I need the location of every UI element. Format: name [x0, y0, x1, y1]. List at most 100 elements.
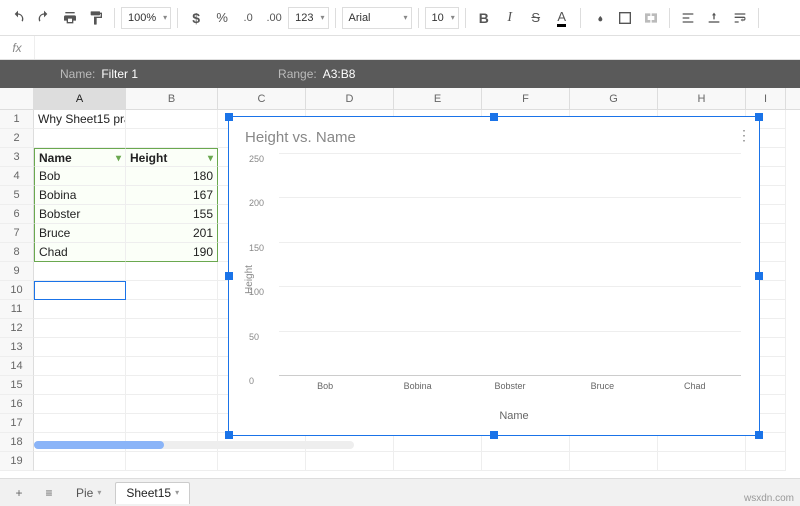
- horizontal-scrollbar[interactable]: [34, 441, 354, 449]
- cell-B15[interactable]: [126, 376, 218, 395]
- cell-B7[interactable]: 201: [126, 224, 218, 243]
- row-header-4[interactable]: 4: [0, 167, 34, 186]
- cell-A1[interactable]: Why Sheet15 pray?: [34, 110, 126, 129]
- cell-A2[interactable]: [34, 129, 126, 148]
- row-header-9[interactable]: 9: [0, 262, 34, 281]
- percent-button[interactable]: %: [210, 6, 234, 30]
- row-header-3[interactable]: 3: [0, 148, 34, 167]
- col-header-F[interactable]: F: [482, 88, 570, 109]
- currency-button[interactable]: $: [184, 6, 208, 30]
- cell-B3[interactable]: Height▾: [126, 148, 218, 167]
- sheet-tab-sheet15[interactable]: Sheet15 ▾: [115, 482, 190, 504]
- cell-A7[interactable]: Bruce: [34, 224, 126, 243]
- cell-C19[interactable]: [218, 452, 306, 471]
- filter-name-value[interactable]: Filter 1: [101, 67, 138, 81]
- redo-button[interactable]: [32, 6, 56, 30]
- select-all-corner[interactable]: [0, 88, 34, 109]
- text-wrap-button[interactable]: [728, 6, 752, 30]
- cell-A8[interactable]: Chad: [34, 243, 126, 262]
- fill-color-button[interactable]: [587, 6, 611, 30]
- all-sheets-button[interactable]: ≡: [36, 482, 62, 504]
- cell-G19[interactable]: [570, 452, 658, 471]
- cell-B8[interactable]: 190: [126, 243, 218, 262]
- cell-B1[interactable]: [126, 110, 218, 129]
- cell-A17[interactable]: [34, 414, 126, 433]
- cell-E19[interactable]: [394, 452, 482, 471]
- cell-A6[interactable]: Bobster: [34, 205, 126, 224]
- cell-A12[interactable]: [34, 319, 126, 338]
- cell-B4[interactable]: 180: [126, 167, 218, 186]
- col-header-B[interactable]: B: [126, 88, 218, 109]
- col-header-H[interactable]: H: [658, 88, 746, 109]
- row-header-11[interactable]: 11: [0, 300, 34, 319]
- cell-B13[interactable]: [126, 338, 218, 357]
- more-formats-select[interactable]: 123: [288, 7, 328, 29]
- paint-format-button[interactable]: [84, 6, 108, 30]
- italic-button[interactable]: I: [498, 6, 522, 30]
- row-header-18[interactable]: 18: [0, 433, 34, 452]
- cell-F19[interactable]: [482, 452, 570, 471]
- cell-B14[interactable]: [126, 357, 218, 376]
- row-header-8[interactable]: 8: [0, 243, 34, 262]
- cell-A13[interactable]: [34, 338, 126, 357]
- cell-A10[interactable]: [34, 281, 126, 300]
- text-color-button[interactable]: A: [550, 6, 574, 30]
- cell-B6[interactable]: 155: [126, 205, 218, 224]
- row-header-19[interactable]: 19: [0, 452, 34, 471]
- cell-A19[interactable]: [34, 452, 126, 471]
- bold-button[interactable]: B: [472, 6, 496, 30]
- cell-H19[interactable]: [658, 452, 746, 471]
- col-header-A[interactable]: A: [34, 88, 126, 109]
- formula-input[interactable]: [34, 36, 800, 59]
- row-header-12[interactable]: 12: [0, 319, 34, 338]
- vertical-align-button[interactable]: [702, 6, 726, 30]
- col-header-E[interactable]: E: [394, 88, 482, 109]
- cell-B16[interactable]: [126, 395, 218, 414]
- row-header-13[interactable]: 13: [0, 338, 34, 357]
- increase-decimal-button[interactable]: .00: [262, 6, 286, 30]
- col-header-G[interactable]: G: [570, 88, 658, 109]
- col-header-I[interactable]: I: [746, 88, 786, 109]
- cell-A3[interactable]: Name▾: [34, 148, 126, 167]
- cell-D19[interactable]: [306, 452, 394, 471]
- cell-A4[interactable]: Bob: [34, 167, 126, 186]
- undo-button[interactable]: [6, 6, 30, 30]
- cell-I19[interactable]: [746, 452, 786, 471]
- borders-button[interactable]: [613, 6, 637, 30]
- row-header-5[interactable]: 5: [0, 186, 34, 205]
- cell-B9[interactable]: [126, 262, 218, 281]
- row-header-17[interactable]: 17: [0, 414, 34, 433]
- filter-icon[interactable]: ▾: [208, 149, 213, 167]
- cell-A11[interactable]: [34, 300, 126, 319]
- merge-cells-button[interactable]: [639, 6, 663, 30]
- cell-A14[interactable]: [34, 357, 126, 376]
- row-header-16[interactable]: 16: [0, 395, 34, 414]
- cell-B11[interactable]: [126, 300, 218, 319]
- cell-B2[interactable]: [126, 129, 218, 148]
- sheet-tab-pie[interactable]: Pie ▾: [66, 482, 111, 504]
- cell-B10[interactable]: [126, 281, 218, 300]
- font-size-select[interactable]: 10: [425, 7, 459, 29]
- strikethrough-button[interactable]: S: [524, 6, 548, 30]
- cell-A9[interactable]: [34, 262, 126, 281]
- cell-A15[interactable]: [34, 376, 126, 395]
- cell-B17[interactable]: [126, 414, 218, 433]
- row-header-10[interactable]: 10: [0, 281, 34, 300]
- row-header-7[interactable]: 7: [0, 224, 34, 243]
- filter-icon[interactable]: ▾: [116, 149, 121, 167]
- col-header-D[interactable]: D: [306, 88, 394, 109]
- font-select[interactable]: Arial: [342, 7, 412, 29]
- col-header-C[interactable]: C: [218, 88, 306, 109]
- chart-menu-icon[interactable]: ⋮: [737, 127, 751, 144]
- row-header-15[interactable]: 15: [0, 376, 34, 395]
- print-button[interactable]: [58, 6, 82, 30]
- zoom-select[interactable]: 100%: [121, 7, 171, 29]
- row-header-6[interactable]: 6: [0, 205, 34, 224]
- row-header-2[interactable]: 2: [0, 129, 34, 148]
- embedded-chart[interactable]: ⋮ Height vs. Name Height 050100150200250…: [228, 116, 760, 436]
- cell-B12[interactable]: [126, 319, 218, 338]
- row-header-1[interactable]: 1: [0, 110, 34, 129]
- cell-B5[interactable]: 167: [126, 186, 218, 205]
- cell-B19[interactable]: [126, 452, 218, 471]
- row-header-14[interactable]: 14: [0, 357, 34, 376]
